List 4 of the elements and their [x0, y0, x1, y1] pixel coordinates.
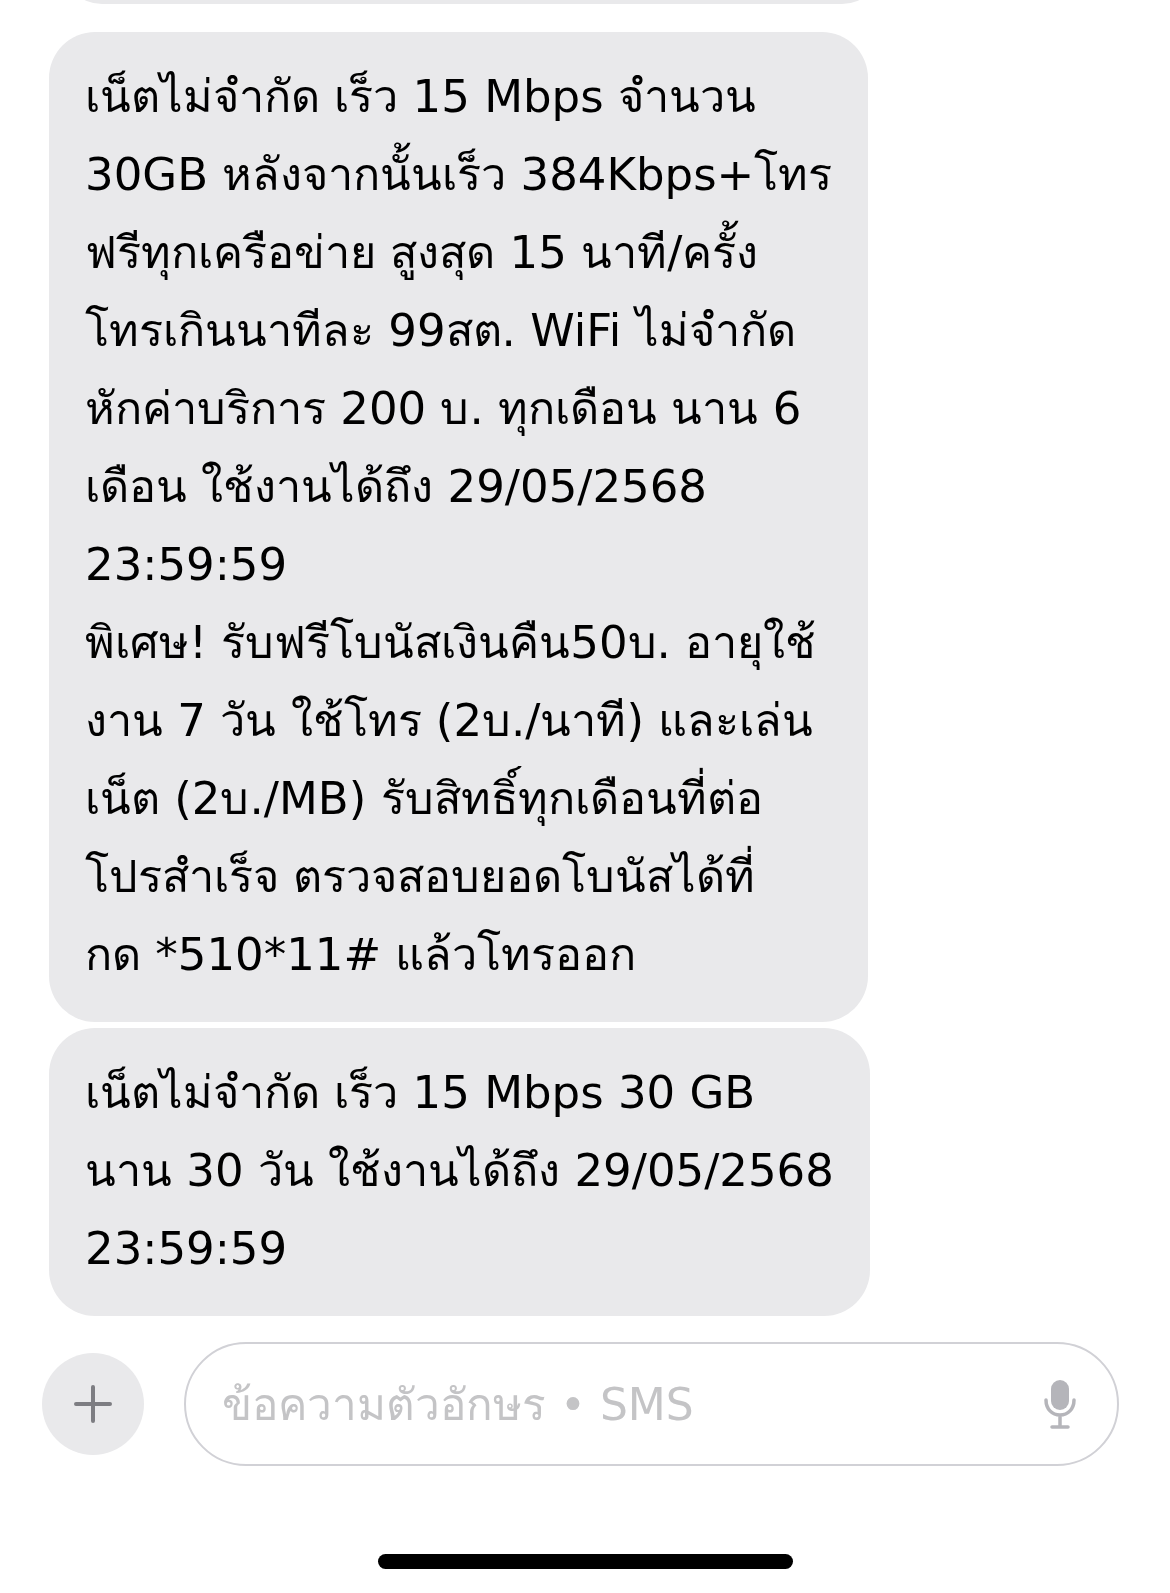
- plus-icon: [73, 1384, 113, 1424]
- message-text: เน็ตไม่จำกัด เร็ว 15 Mbps จำนวน 30GB หลังจากนั้นเร็ว 384Kbps+โทร ฟรีทุกเครือข่าย สูงสุด 15 นาที/ครั้ง โทรเกินนาทีละ 99สต. WiFi ไม่จำกัด หักค่าบริการ 200 บ. ทุกเดือน นาน 6 เดือน ใช้งานได้ถึง 29/05/2568 23:59:59 พิเศษ! รับฟรีโบนัสเงินคืน50บ. อายุใช้ งาน 7 วัน ใช้โทร (2บ./นาที) และเล่น เน็ต (2บ./MB) รับสิทธิ์ทุกเดือนที่ต่อ โปรสำเร็จ ตรวจสอบยอดโบนัสได้ที่ กด *510*11# แล้วโทรออก: [85, 69, 833, 983]
- message-text: เน็ตไม่จำกัด เร็ว 15 Mbps 30 GB นาน 30 วัน ใช้งานได้ถึง 29/05/2568 23:59:59: [85, 1065, 834, 1277]
- message-field[interactable]: ข้อความตัวอักษร • SMS: [184, 1342, 1119, 1466]
